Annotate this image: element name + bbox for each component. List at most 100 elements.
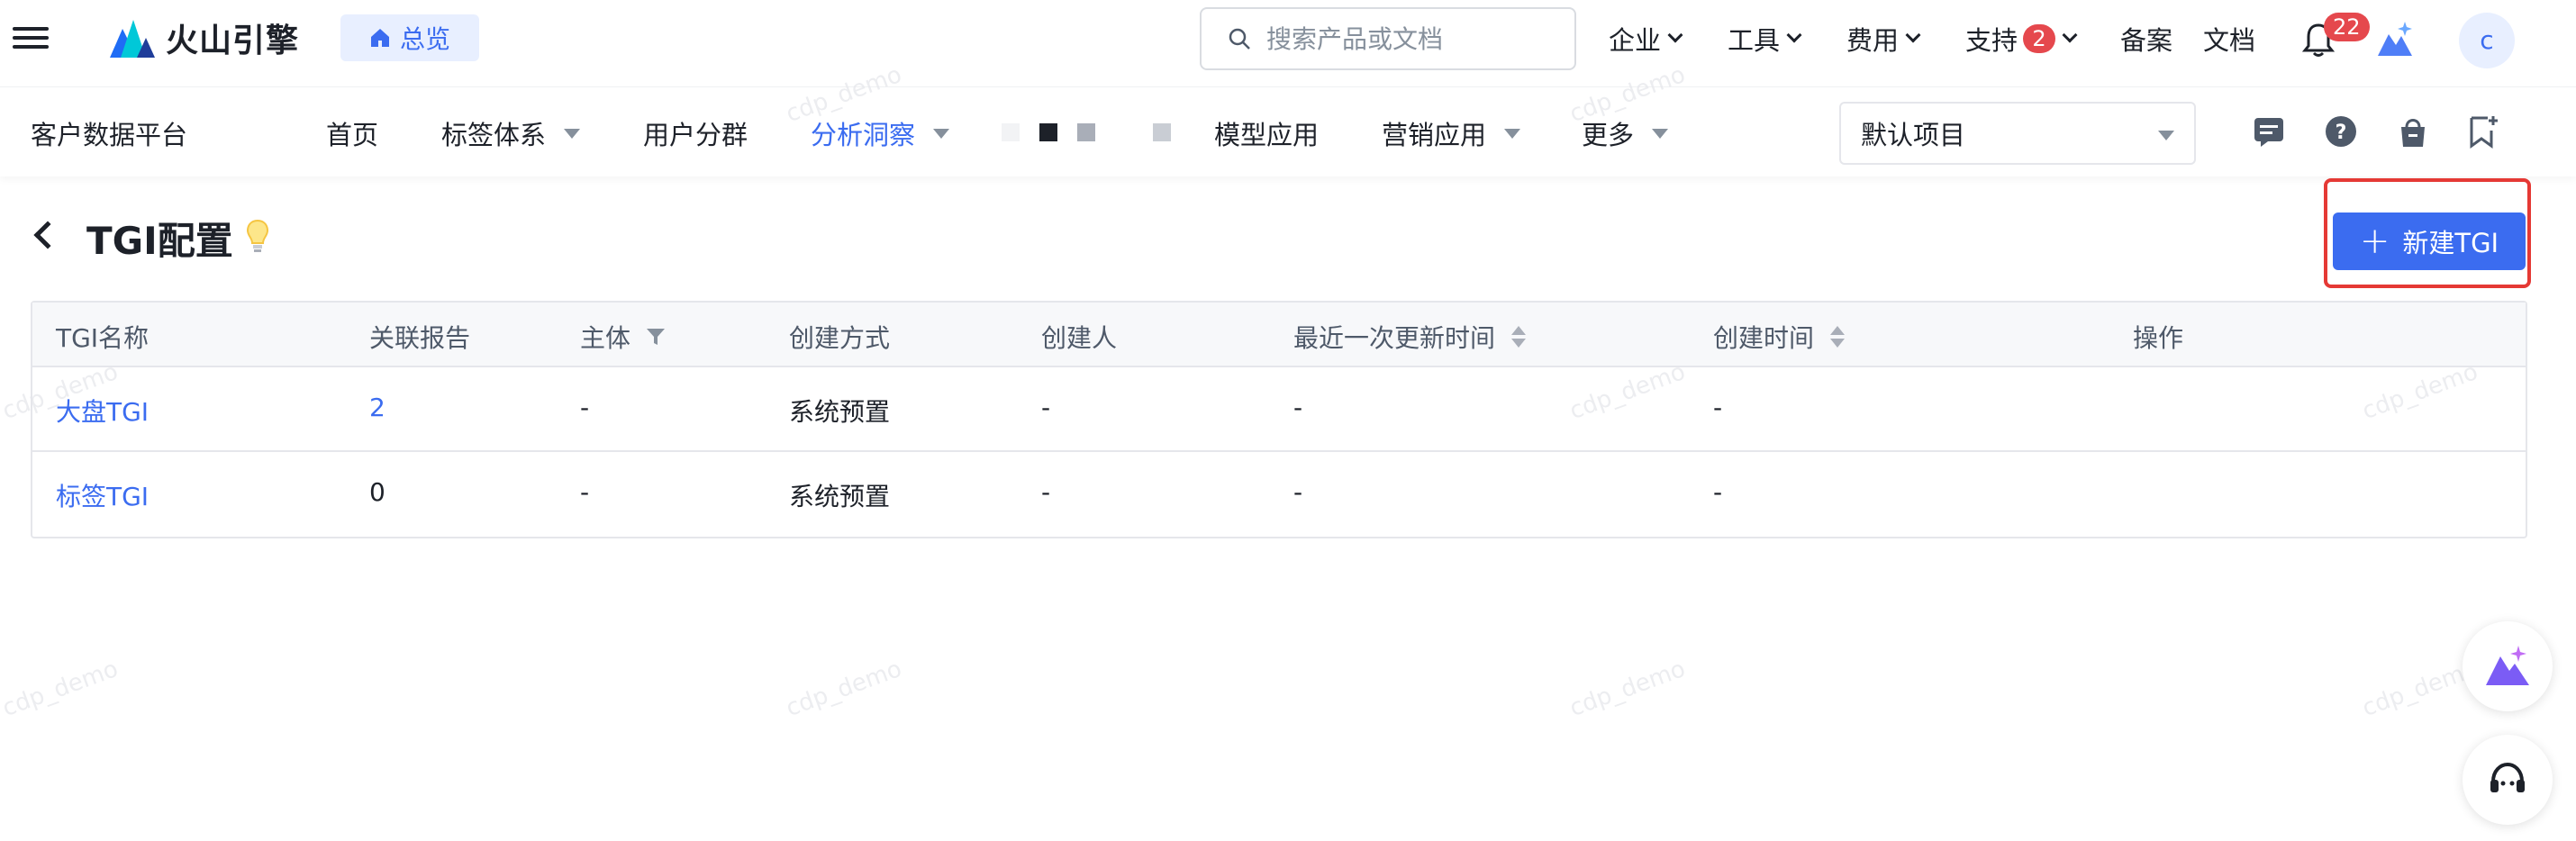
caret-down-icon	[564, 128, 581, 139]
redacted-block	[1153, 123, 1171, 141]
svg-text:?: ?	[2336, 122, 2347, 144]
subnav-item-label: 用户分群	[643, 120, 748, 150]
created-cell: -	[1713, 477, 1723, 507]
headset-icon	[2490, 762, 2525, 792]
column-header-creator: 创建人	[1041, 323, 1118, 353]
watermark: cdp_demo	[782, 655, 906, 723]
method-cell: 系统预置	[789, 397, 891, 427]
subnav-item-models[interactable]: 模型应用	[1214, 114, 1319, 152]
shopping-bag-icon[interactable]	[2396, 114, 2430, 149]
new-tgi-button-label: 新建TGI	[2402, 228, 2499, 258]
nav-tools-label: 工具	[1728, 25, 1781, 56]
subject-cell: -	[580, 477, 590, 507]
support-badge: 2	[2023, 24, 2056, 53]
subnav-item-label: 分析洞察	[811, 120, 916, 150]
reports-count-link[interactable]: 2	[369, 393, 385, 422]
nav-filing-label: 备案	[2120, 25, 2173, 56]
tgi-table: TGI名称 关联报告 主体 创建方式 创建人 最近一次更新时间 创建时间 操作 …	[31, 301, 2527, 538]
column-header-method: 创建方式	[789, 323, 891, 353]
platform-name[interactable]: 客户数据平台	[31, 114, 187, 152]
top-bar: 火山引擎 总览 企业 工具 费用 支持 2 备案 文档 22	[0, 0, 2576, 79]
filter-icon[interactable]	[645, 326, 667, 348]
redacted-items	[1002, 123, 1191, 141]
updated-cell: -	[1293, 393, 1303, 422]
ai-mountain-icon	[2486, 646, 2529, 685]
column-header-subject[interactable]: 主体	[580, 319, 667, 355]
project-select[interactable]: 默认项目	[1839, 102, 2196, 165]
caret-down-icon	[1652, 128, 1669, 139]
product-nav: 客户数据平台 首页 标签体系 用户分群 分析洞察 模型应用 营销应用 更多 默认…	[0, 86, 2576, 176]
avatar[interactable]: c	[2459, 13, 2515, 68]
nav-support[interactable]: 支持 2	[1965, 18, 2078, 59]
nav-billing[interactable]: 费用	[1846, 18, 1921, 59]
column-header-updated[interactable]: 最近一次更新时间	[1293, 319, 1527, 355]
bookmark-add-icon[interactable]	[2466, 114, 2500, 149]
creator-cell: -	[1041, 393, 1051, 422]
redacted-block	[1115, 123, 1133, 141]
nav-billing-label: 费用	[1846, 25, 1900, 56]
subnav-item-insights[interactable]: 分析洞察	[811, 114, 950, 152]
subnav-item-tags[interactable]: 标签体系	[441, 114, 581, 152]
subnav-item-home[interactable]: 首页	[326, 114, 378, 152]
search-box[interactable]	[1200, 7, 1576, 70]
nav-docs[interactable]: 文档	[2203, 18, 2255, 59]
help-icon[interactable]: ?	[2324, 114, 2358, 149]
chevron-down-icon	[1786, 27, 1802, 43]
sort-icon[interactable]	[1830, 326, 1846, 348]
subnav-item-label: 营销应用	[1382, 120, 1487, 150]
subnav-item-segments[interactable]: 用户分群	[643, 114, 748, 152]
nav-tools[interactable]: 工具	[1728, 18, 1802, 59]
watermark: cdp_demo	[1565, 655, 1690, 723]
chevron-down-icon	[2062, 27, 2078, 43]
back-arrow-icon[interactable]	[33, 221, 62, 249]
home-icon	[370, 29, 389, 47]
caret-down-icon	[933, 128, 950, 139]
watermark: cdp_demo	[0, 655, 122, 723]
brand-logo[interactable]: 火山引擎	[106, 14, 299, 61]
column-header-reports: 关联报告	[369, 323, 471, 353]
created-cell: -	[1713, 393, 1723, 422]
table-row: 大盘TGI 2 - 系统预置 - - -	[32, 367, 2526, 452]
redacted-block	[1039, 123, 1057, 141]
nav-docs-label: 文档	[2203, 25, 2256, 56]
column-header-created[interactable]: 创建时间	[1713, 319, 1846, 355]
chevron-down-icon	[1905, 27, 1921, 43]
table-header: TGI名称 关联报告 主体 创建方式 创建人 最近一次更新时间 创建时间 操作	[32, 303, 2526, 367]
volcano-logo-icon	[110, 20, 155, 58]
nav-support-label: 支持	[1965, 25, 2018, 56]
message-icon[interactable]	[2252, 114, 2286, 149]
subnav-item-marketing[interactable]: 营销应用	[1382, 114, 1521, 152]
ai-assistant-float-button[interactable]	[2463, 621, 2553, 711]
subnav-item-label: 首页	[326, 120, 379, 150]
page-title: TGI配置	[86, 219, 233, 263]
plus-icon: +	[2359, 221, 2390, 262]
caret-down-icon	[1504, 128, 1521, 139]
reports-count-cell: 0	[369, 477, 385, 507]
subnav-item-label: 标签体系	[441, 120, 547, 150]
sort-icon[interactable]	[1511, 326, 1527, 348]
subject-cell: -	[580, 393, 590, 422]
brand-name: 火山引擎	[166, 23, 300, 59]
column-header-ops: 操作	[2133, 323, 2184, 353]
tgi-name-link[interactable]: 标签TGI	[56, 477, 149, 513]
overview-label: 总览	[399, 24, 450, 54]
column-header-name: TGI名称	[56, 323, 150, 353]
creator-cell: -	[1041, 477, 1051, 507]
search-input[interactable]	[1266, 23, 1555, 54]
menu-icon[interactable]	[13, 22, 49, 54]
nav-enterprise[interactable]: 企业	[1609, 18, 1683, 59]
nav-filing[interactable]: 备案	[2120, 18, 2172, 59]
page-header: TGI配置	[0, 207, 2576, 279]
overview-button[interactable]: 总览	[340, 14, 479, 61]
customer-service-float-button[interactable]	[2463, 735, 2553, 825]
new-tgi-button[interactable]: + 新建TGI	[2333, 213, 2526, 270]
subnav-item-label: 模型应用	[1214, 120, 1320, 150]
ai-assistant-icon[interactable]	[2376, 20, 2416, 59]
redacted-block	[1002, 123, 1020, 141]
notification-badge: 22	[2324, 13, 2370, 41]
redacted-block	[1077, 123, 1095, 141]
nav-enterprise-label: 企业	[1609, 25, 1662, 56]
lightbulb-icon[interactable]	[245, 218, 270, 254]
project-select-value: 默认项目	[1861, 120, 1966, 150]
search-icon	[1229, 28, 1250, 50]
